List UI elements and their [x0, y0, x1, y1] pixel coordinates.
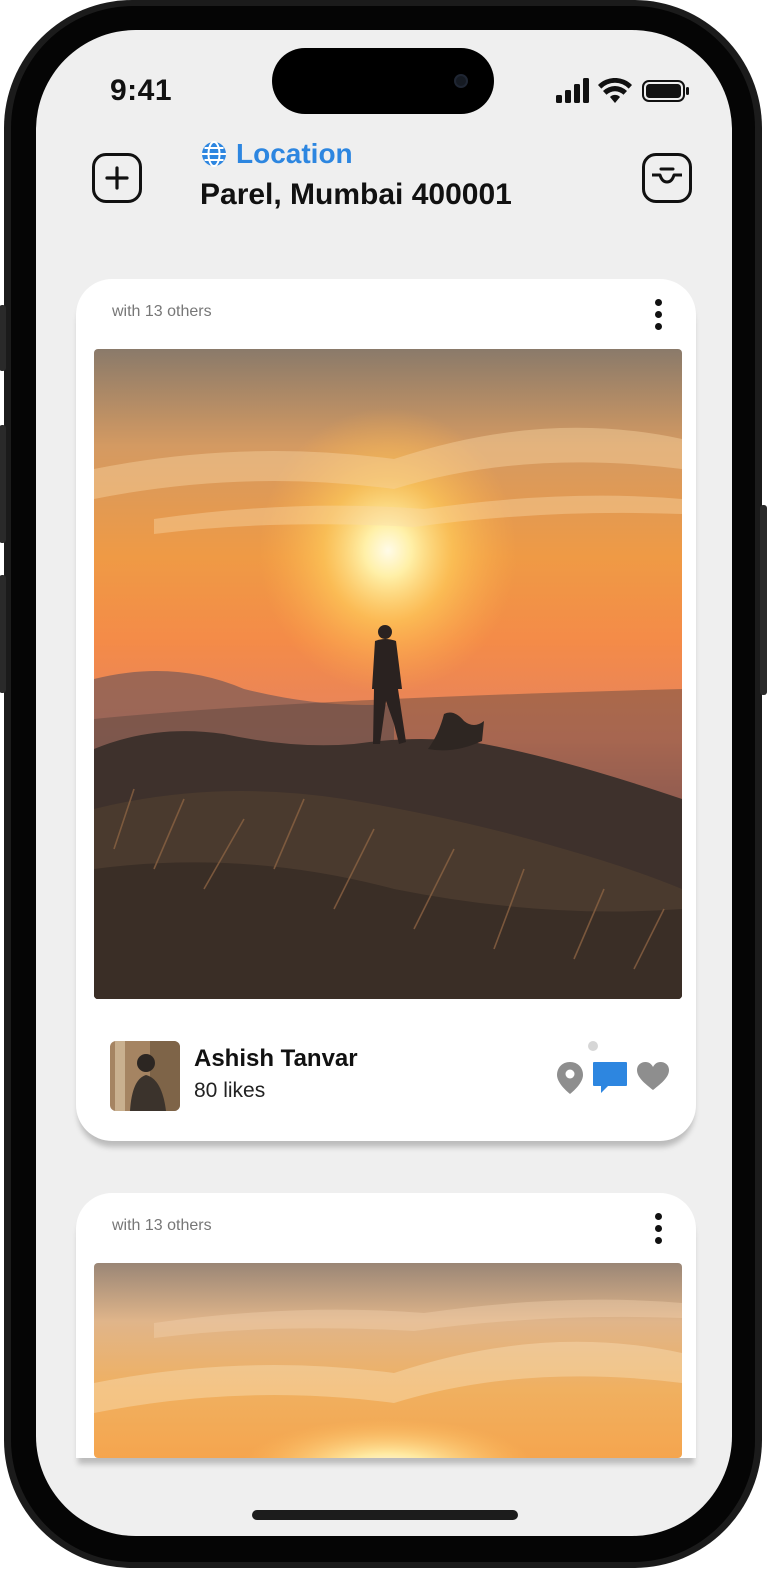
home-indicator[interactable]: [252, 1510, 518, 1520]
more-options-button[interactable]: [652, 1213, 664, 1247]
avatar[interactable]: [110, 1041, 180, 1111]
location-label: Location: [236, 138, 353, 169]
comment-icon[interactable]: [592, 1061, 628, 1095]
volume-up-button: [0, 425, 6, 543]
tagged-text: with 13 others: [112, 303, 212, 320]
post-photo[interactable]: [94, 1263, 682, 1458]
signal-icon: [556, 78, 589, 103]
heart-icon[interactable]: [636, 1061, 670, 1091]
author-name[interactable]: Ashish Tanvar: [194, 1045, 358, 1073]
more-options-button[interactable]: [652, 299, 664, 333]
location-pin-icon[interactable]: [556, 1061, 584, 1095]
wifi-icon: [598, 77, 632, 103]
post-actions: [556, 1041, 672, 1111]
inbox-button[interactable]: [642, 153, 692, 203]
power-button: [760, 505, 767, 695]
location-selector[interactable]: Location: [200, 138, 353, 170]
tagged-text: with 13 others: [112, 1217, 212, 1234]
status-icons: [556, 77, 692, 104]
post-photo[interactable]: [94, 349, 682, 999]
screen: 9:41 Location Parel, Mumbai 400001 with …: [36, 30, 732, 1536]
plus-icon: [105, 166, 129, 190]
post-card: with 13 others: [76, 279, 696, 1141]
battery-icon: [642, 80, 689, 102]
current-address: Parel, Mumbai 400001: [200, 178, 512, 211]
inbox-tray-icon: [652, 167, 682, 184]
volume-down-button: [0, 575, 6, 693]
activity-dot: [588, 1041, 598, 1051]
globe-icon: [202, 141, 226, 167]
post-card: with 13 others: [76, 1193, 696, 1458]
add-post-button[interactable]: [92, 153, 142, 203]
dynamic-island: [272, 48, 494, 114]
action-button: [0, 305, 6, 371]
camera-icon: [454, 74, 468, 88]
status-time: 9:41: [110, 74, 173, 107]
likes-count: 80 likes: [194, 1079, 266, 1102]
post-author-row: Ashish Tanvar 80 likes: [110, 1041, 672, 1113]
